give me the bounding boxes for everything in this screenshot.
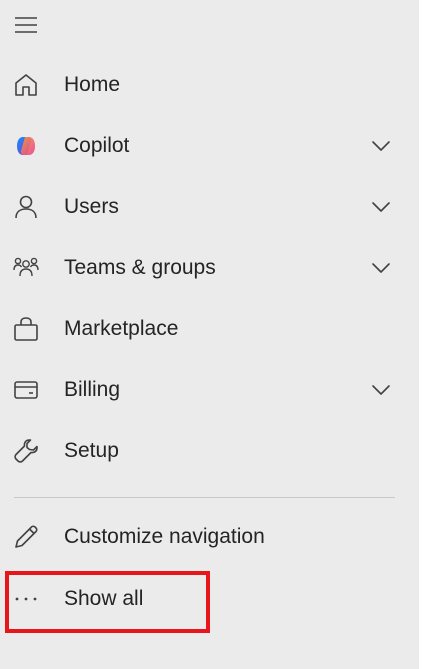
wrench-icon bbox=[12, 437, 40, 465]
nav-item-billing[interactable]: Billing bbox=[0, 364, 419, 416]
nav-item-teams-groups[interactable]: Teams & groups bbox=[0, 242, 419, 294]
shopping-bag-icon bbox=[12, 315, 40, 343]
nav-item-label: Home bbox=[64, 73, 121, 96]
nav-item-label: Copilot bbox=[64, 134, 130, 157]
nav-item-users[interactable]: Users bbox=[0, 181, 419, 233]
home-icon bbox=[12, 71, 40, 99]
chevron-down-icon[interactable] bbox=[370, 381, 392, 399]
customize-navigation-button[interactable]: Customize navigation bbox=[0, 511, 419, 563]
person-icon bbox=[12, 193, 40, 221]
highlight-annotation-box bbox=[5, 571, 210, 633]
navigation-panel: Home Copilot Users Teams & groups Market… bbox=[0, 0, 419, 669]
chevron-down-icon[interactable] bbox=[370, 198, 392, 216]
nav-item-label: Teams & groups bbox=[64, 256, 216, 279]
nav-item-label: Users bbox=[64, 195, 119, 218]
copilot-icon bbox=[12, 132, 40, 160]
nav-item-copilot[interactable]: Copilot bbox=[0, 120, 419, 172]
nav-item-label: Billing bbox=[64, 378, 121, 401]
chevron-down-icon[interactable] bbox=[370, 137, 392, 155]
nav-item-marketplace[interactable]: Marketplace bbox=[0, 303, 419, 355]
nav-item-setup[interactable]: Setup bbox=[0, 425, 419, 477]
nav-item-label: Marketplace bbox=[64, 317, 179, 340]
nav-divider bbox=[14, 497, 395, 498]
nav-item-label: Setup bbox=[64, 439, 119, 462]
people-team-icon bbox=[12, 254, 40, 282]
hamburger-menu-icon[interactable] bbox=[14, 14, 38, 36]
chevron-down-icon[interactable] bbox=[370, 259, 392, 277]
credit-card-icon bbox=[12, 376, 40, 404]
nav-item-home[interactable]: Home bbox=[0, 59, 419, 111]
customize-navigation-label: Customize navigation bbox=[64, 525, 265, 548]
pencil-icon bbox=[12, 523, 40, 551]
